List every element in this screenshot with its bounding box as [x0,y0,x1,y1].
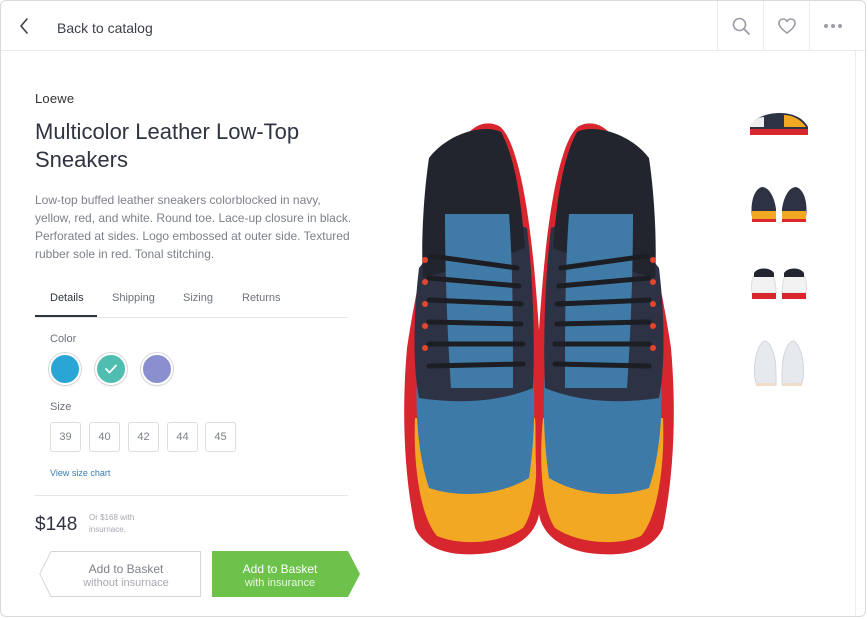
tab-details[interactable]: Details [50,292,84,304]
product-thumbnail-back-pair[interactable] [744,253,814,313]
button-label: Add to Basket without insurnace [45,562,207,589]
button-line-2: with insurance [244,577,316,589]
add-to-basket-with-insurance-button[interactable]: Add to Basket with insurance [212,551,360,597]
button-label: Add to Basket with insurance [206,562,354,589]
product-title: Multicolor Leather Low-Top Sneakers [35,119,300,172]
tab-sizing[interactable]: Sizing [183,292,213,304]
product-description: Low-top buffed leather sneakers colorblo… [35,193,352,261]
back-button[interactable] [15,14,37,38]
color-swatch-blue[interactable] [49,353,81,385]
size-option-44[interactable]: 44 [167,422,198,452]
active-tab-indicator [35,315,97,317]
top-bar: Back to catalog [1,1,865,51]
size-option-42[interactable]: 42 [128,422,159,452]
button-line-2: without insurnace [83,577,169,589]
brand-name: Loewe [35,91,75,106]
size-option-39[interactable]: 39 [50,422,81,452]
tab-returns[interactable]: Returns [242,292,281,304]
heart-icon [777,17,796,34]
checkmark-icon [105,364,117,374]
search-icon [732,17,750,35]
button-line-1: Add to Basket [88,562,164,576]
size-label: Size [50,401,72,413]
button-line-1: Add to Basket [242,562,318,576]
size-chart-link[interactable]: View size chart [50,468,110,478]
product-thumbnail-white-pair[interactable] [744,333,814,393]
size-option-45[interactable]: 45 [205,422,236,452]
size-option-40[interactable]: 40 [89,422,120,452]
more-options-button[interactable] [809,1,855,50]
color-swatch-lavender[interactable] [141,353,173,385]
insurance-price-note: Or $168 with insurnace. [89,513,135,534]
product-thumbnail-side-view[interactable] [744,91,814,151]
product-thumbnail-front-pair[interactable] [744,173,814,233]
product-main-image [404,123,674,555]
color-swatch-teal[interactable] [95,353,127,385]
favorite-button[interactable] [763,1,809,50]
tab-shipping[interactable]: Shipping [112,292,155,304]
scrollbar[interactable] [855,51,865,616]
search-button[interactable] [717,1,763,50]
left-sneaker [404,123,543,555]
more-horizontal-icon [823,23,842,28]
divider [35,495,348,496]
color-label: Color [50,333,77,345]
right-sneaker [535,123,674,555]
back-to-catalog-link[interactable]: Back to catalog [57,20,153,36]
add-to-basket-without-insurance-button[interactable]: Add to Basket without insurnace [39,551,201,597]
price: $148 [35,514,78,535]
product-tabs: Details Shipping Sizing Returns [35,281,348,318]
product-page: Back to catalog Loewe Multicolor Leather… [0,0,866,617]
chevron-left-icon [20,18,28,34]
